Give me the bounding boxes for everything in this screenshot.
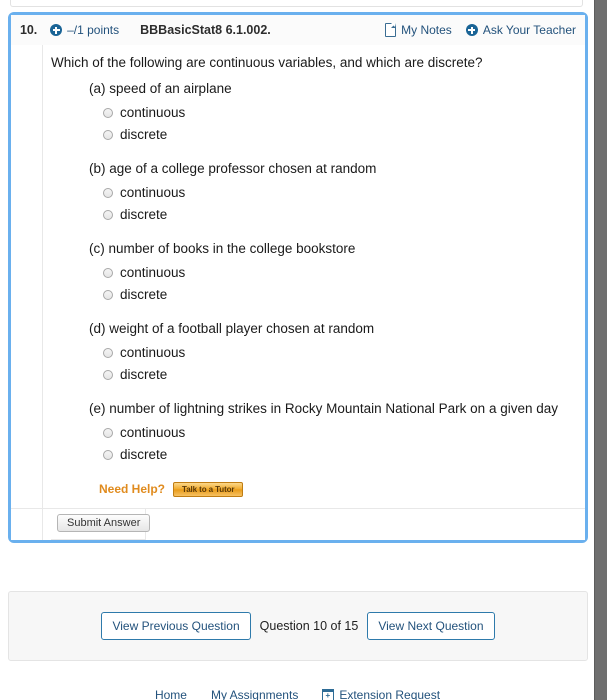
radio-button[interactable] <box>103 427 113 438</box>
question-code: BBBasicStat8 6.1.002. <box>140 23 271 37</box>
radio-button[interactable] <box>103 187 113 198</box>
choice-option[interactable]: continuous <box>103 342 573 364</box>
question-navigation-panel: View Previous Question Question 10 of 15… <box>8 591 588 661</box>
submit-answer-button[interactable]: Submit Answer <box>57 514 151 533</box>
question-card: 10. –/1 points BBBasicStat8 6.1.002. My … <box>8 12 588 544</box>
submit-box: Submit Answer <box>51 509 151 541</box>
choice-label: continuous <box>120 264 186 280</box>
choice-label: discrete <box>120 447 168 463</box>
radio-button[interactable] <box>103 450 113 461</box>
question-part: (e) number of lightning strikes in Rocky… <box>51 400 573 466</box>
part-label: (a) speed of an airplane <box>89 81 232 97</box>
need-help-row: Need Help? Talk to a Tutor <box>99 480 573 498</box>
content-left-rule <box>42 45 43 541</box>
footer-link-extension-request[interactable]: + Extension Request <box>321 688 441 700</box>
radio-button[interactable] <box>103 130 113 141</box>
part-label: (c) number of books in the college books… <box>89 241 356 257</box>
question-body: Which of the following are continuous va… <box>11 45 585 541</box>
choice-option[interactable]: discrete <box>103 364 573 386</box>
radio-button[interactable] <box>103 290 113 301</box>
my-notes-label: My Notes <box>401 23 452 37</box>
navigation-controls: View Previous Question Question 10 of 15… <box>101 612 495 640</box>
choice-label: discrete <box>120 287 168 303</box>
choice-label: continuous <box>120 424 186 440</box>
footer-link-home[interactable]: Home <box>155 688 187 700</box>
question-part: (b) age of a college professor chosen at… <box>51 160 573 226</box>
question-content: Which of the following are continuous va… <box>11 45 585 498</box>
choice-label: continuous <box>120 184 186 200</box>
question-points: –/1 points <box>67 23 120 37</box>
need-help-label: Need Help? <box>99 482 166 497</box>
footer-my-assignments-label: My Assignments <box>210 688 299 700</box>
page-container: 10. –/1 points BBBasicStat8 6.1.002. My … <box>0 0 595 700</box>
my-notes-link[interactable]: My Notes <box>385 23 452 37</box>
footer-extension-request-label: Extension Request <box>339 688 441 700</box>
question-part: (c) number of books in the college books… <box>51 240 573 306</box>
choice-option[interactable]: continuous <box>103 182 573 204</box>
radio-button[interactable] <box>103 347 113 358</box>
question-prompt: Which of the following are continuous va… <box>51 55 483 70</box>
view-next-question-button[interactable]: View Next Question <box>367 612 495 640</box>
choice-option[interactable]: continuous <box>103 102 573 124</box>
calendar-plus-glyph: + <box>325 691 331 700</box>
choice-option[interactable]: discrete <box>103 124 573 146</box>
choice-option[interactable]: continuous <box>103 422 573 444</box>
previous-question-sliver <box>10 0 583 7</box>
question-part: (a) speed of an airplane continuous disc… <box>51 80 573 146</box>
points-plus-icon[interactable] <box>50 24 63 36</box>
footer-link-my-assignments[interactable]: My Assignments <box>211 688 298 700</box>
footer-home-label: Home <box>154 688 187 700</box>
choice-label: continuous <box>120 104 186 120</box>
choice-label: continuous <box>120 344 186 360</box>
choice-option[interactable]: discrete <box>103 204 573 226</box>
radio-button[interactable] <box>103 370 113 381</box>
submit-section: Submit Answer <box>11 508 585 541</box>
question-part: (d) weight of a football player chosen a… <box>51 320 573 386</box>
calendar-plus-icon: + <box>321 688 335 700</box>
view-previous-question-button[interactable]: View Previous Question <box>101 612 251 640</box>
radio-button[interactable] <box>103 210 113 221</box>
choice-label: discrete <box>120 367 168 383</box>
part-label: (b) age of a college professor chosen at… <box>89 161 377 177</box>
radio-button[interactable] <box>103 267 113 278</box>
page-scrollbar[interactable] <box>594 0 607 700</box>
choice-label: discrete <box>120 127 168 143</box>
choice-option[interactable]: discrete <box>103 444 573 466</box>
talk-to-a-tutor-button[interactable]: Talk to a Tutor <box>173 481 244 497</box>
radio-button[interactable] <box>103 107 113 118</box>
ask-your-teacher-label: Ask Your Teacher <box>482 23 576 37</box>
choice-label: discrete <box>120 207 168 223</box>
part-label: (d) weight of a football player chosen a… <box>89 321 375 337</box>
question-counter: Question 10 of 15 <box>259 619 359 633</box>
part-label: (e) number of lightning strikes in Rocky… <box>89 401 558 417</box>
choice-option[interactable]: continuous <box>103 262 573 284</box>
choice-option[interactable]: discrete <box>103 284 573 306</box>
question-header: 10. –/1 points BBBasicStat8 6.1.002. My … <box>11 15 585 45</box>
ask-teacher-plus-icon <box>465 24 478 36</box>
note-page-icon <box>385 23 397 37</box>
ask-your-teacher-link[interactable]: Ask Your Teacher <box>465 23 576 37</box>
footer-links: Home My Assignments + Extension Request <box>0 688 595 700</box>
question-number: 10. <box>20 23 38 37</box>
